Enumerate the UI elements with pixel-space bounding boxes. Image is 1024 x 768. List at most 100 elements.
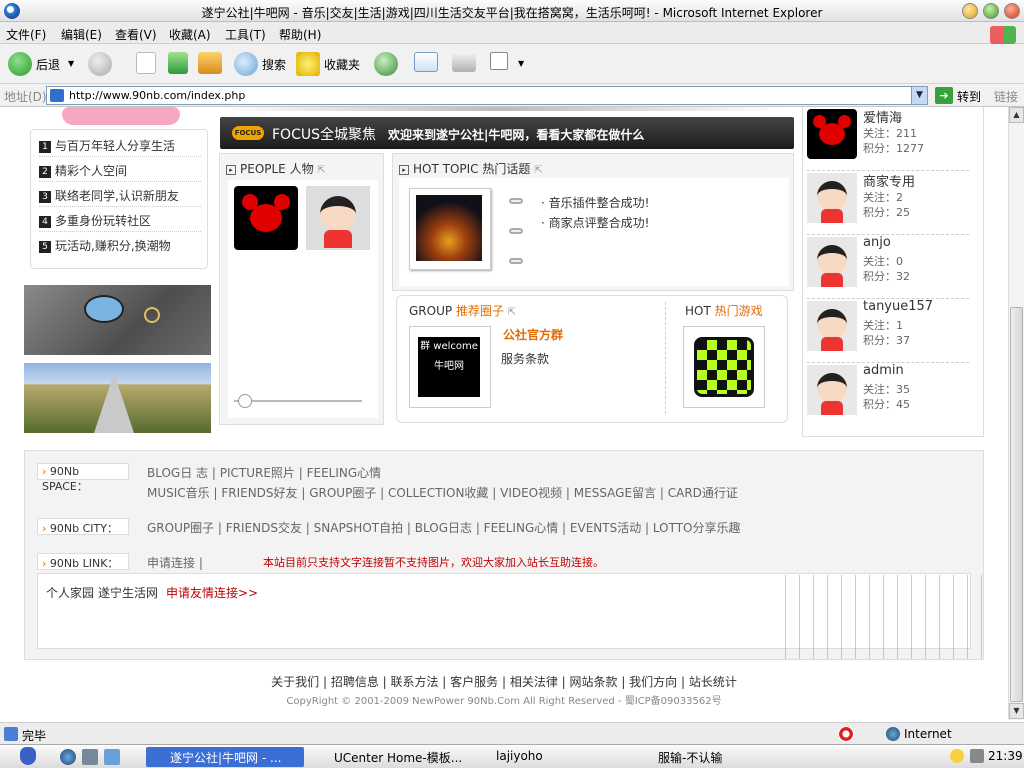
people-slider-handle[interactable] (238, 394, 252, 408)
hot-topic-body: · 音乐插件整合成功! · 商家点评整合成功! (399, 178, 789, 286)
user-card[interactable]: tanyue157 关注：1 积分：37 (807, 299, 969, 363)
friend-link[interactable]: 遂宁生活网 (98, 584, 158, 601)
print-icon[interactable] (452, 52, 476, 72)
scroll-down-icon[interactable]: ▼ (1009, 703, 1024, 719)
menu-tools[interactable]: 工具(T) (225, 26, 266, 43)
edit-icon[interactable] (490, 52, 508, 70)
taskbar-item-folder[interactable]: lajiyoho (472, 747, 630, 767)
hot-game-header[interactable]: HOT 热门游戏 (685, 302, 763, 319)
people-header[interactable]: ▸ PEOPLE 人物 ⇱ (226, 160, 326, 177)
favorites-label[interactable]: 收藏夹 (324, 56, 360, 73)
kid-avatar[interactable] (807, 237, 857, 287)
intro-item[interactable]: 3 联络老同学,认识新朋友 (39, 182, 201, 207)
scroll-up-icon[interactable]: ▲ (1009, 107, 1024, 123)
group-name-link[interactable]: 公社官方群 (503, 326, 563, 343)
menu-edit[interactable]: 编辑(E) (61, 26, 102, 43)
intro-item[interactable]: 2 精彩个人空间 (39, 157, 201, 182)
user-name[interactable]: 商家专用 (863, 171, 915, 190)
address-input[interactable]: http://www.90nb.com/index.php ▼ (46, 86, 928, 105)
hot-topic-item[interactable]: · 商家点评整合成功! (541, 214, 649, 231)
group-image[interactable]: 群 welcome 牛吧网 (409, 326, 491, 408)
group-terms-link[interactable]: 服务条款 (501, 350, 549, 367)
kid-avatar[interactable] (306, 186, 370, 250)
friend-link[interactable]: 个人家园 (46, 584, 94, 601)
refresh-icon[interactable] (168, 52, 188, 74)
scroll-thumb[interactable] (1010, 307, 1023, 702)
forward-arrow-icon[interactable] (88, 52, 112, 76)
back-label[interactable]: 后退 (36, 56, 60, 73)
user-card[interactable]: 爱情海 关注：211 积分：1277 (807, 107, 969, 171)
menu-file[interactable]: 文件(F) (6, 26, 46, 43)
menu-view[interactable]: 查看(V) (115, 26, 157, 43)
popup-blocker-icon[interactable] (838, 726, 854, 742)
user-name[interactable]: tanyue157 (863, 299, 933, 314)
minimize-button[interactable] (962, 3, 978, 19)
mickey-avatar[interactable] (807, 109, 857, 159)
bottom-links[interactable]: 关于我们 | 招聘信息 | 联系方法 | 客户服务 | 相关法律 | 网站条款 … (0, 673, 1008, 690)
links-label[interactable]: 链接 (994, 88, 1018, 105)
go-arrow-icon[interactable]: ➔ (935, 87, 953, 104)
taskbar-item-doc[interactable]: 服输-不认输 (634, 747, 792, 767)
volume-tray-icon[interactable] (970, 749, 984, 763)
intro-item[interactable]: 4 多重身份玩转社区 (39, 207, 201, 232)
qq-tray-icon[interactable] (950, 749, 964, 763)
mickey-avatar[interactable] (234, 186, 298, 250)
binder-ring-icon (509, 228, 523, 234)
user-name[interactable]: anjo (863, 235, 891, 250)
hot-topic-item[interactable]: · 音乐插件整合成功! (541, 194, 649, 211)
start-icon[interactable] (20, 747, 36, 765)
user-name[interactable]: admin (863, 363, 904, 378)
search-icon[interactable] (234, 52, 258, 76)
quicklaunch-media-icon[interactable] (82, 749, 98, 765)
user-card[interactable]: 商家专用 关注：2 积分：25 (807, 171, 969, 235)
maximize-button[interactable] (983, 3, 999, 19)
go-button[interactable]: 转到 (957, 88, 981, 105)
user-score: 积分：32 (863, 270, 910, 283)
search-label[interactable]: 搜索 (262, 56, 286, 73)
road-banner-image[interactable] (24, 363, 211, 433)
menu-help[interactable]: 帮助(H) (279, 26, 321, 43)
mail-icon[interactable] (414, 52, 438, 72)
address-url[interactable]: http://www.90nb.com/index.php (69, 89, 245, 102)
taskbar-item-ucenter[interactable]: UCenter Home-模板... (310, 747, 468, 767)
stop-icon[interactable] (136, 52, 156, 74)
apply-friend-link[interactable]: 申请友情连接>> (166, 584, 258, 601)
space-links-row2[interactable]: MUSIC音乐 | FRIENDS好友 | GROUP圈子 | COLLECTI… (147, 484, 738, 501)
address-dropdown-icon[interactable]: ▼ (911, 87, 927, 104)
close-button[interactable] (1004, 3, 1020, 19)
toolbar: 后退 ▼ 搜索 收藏夹 ▼ (0, 44, 1024, 84)
kid-avatar[interactable] (807, 365, 857, 415)
security-zone: Internet (904, 727, 952, 741)
doodle-banner-image[interactable] (24, 285, 211, 355)
space-links-row1[interactable]: BLOG日 志 | PICTURE照片 | FEELING心情 (147, 464, 381, 481)
back-dropdown-icon[interactable]: ▼ (68, 59, 74, 68)
history-icon[interactable] (374, 52, 398, 76)
people-slider-track[interactable] (234, 400, 362, 402)
apply-link[interactable]: 申请连接 | (147, 554, 203, 571)
kid-avatar[interactable] (807, 301, 857, 351)
intro-item[interactable]: 5 玩活动,赚积分,换潮物 (39, 232, 201, 257)
city-links[interactable]: GROUP圈子 | FRIENDS交友 | SNAPSHOT自拍 | BLOG日… (147, 519, 740, 536)
menu-favorites[interactable]: 收藏(A) (169, 26, 211, 43)
hot-topic-image[interactable] (409, 188, 491, 270)
favorites-star-icon[interactable] (296, 52, 320, 76)
city-skyline-illustration (785, 575, 985, 659)
group-header[interactable]: GROUP 推荐圈子 ⇱ (409, 302, 516, 319)
kid-avatar[interactable] (807, 173, 857, 223)
expand-icon: ▸ (399, 164, 409, 175)
user-card[interactable]: admin 关注：35 积分：45 (807, 363, 969, 427)
link-tag: › 90Nb LINK： (37, 553, 129, 570)
intro-item[interactable]: 1 与百万年轻人分享生活 (39, 132, 201, 157)
home-icon[interactable] (198, 52, 222, 74)
hot-game-image[interactable] (683, 326, 765, 408)
user-name[interactable]: 爱情海 (863, 107, 902, 126)
quicklaunch-desktop-icon[interactable] (104, 749, 120, 765)
edit-dropdown-icon[interactable]: ▼ (518, 59, 524, 68)
user-card[interactable]: anjo 关注：0 积分：32 (807, 235, 969, 299)
menu-bar: 文件(F) 编辑(E) 查看(V) 收藏(A) 工具(T) 帮助(H) (0, 22, 1024, 44)
hot-topic-header[interactable]: ▸ HOT TOPIC 热门话题 ⇱ (399, 160, 543, 177)
quicklaunch-ie-icon[interactable] (60, 749, 76, 765)
back-arrow-icon[interactable] (8, 52, 32, 76)
taskbar-item-ie[interactable]: 遂宁公社|牛吧网 - ... (146, 747, 304, 767)
vertical-scrollbar[interactable]: ▲ ▼ (1008, 107, 1024, 720)
